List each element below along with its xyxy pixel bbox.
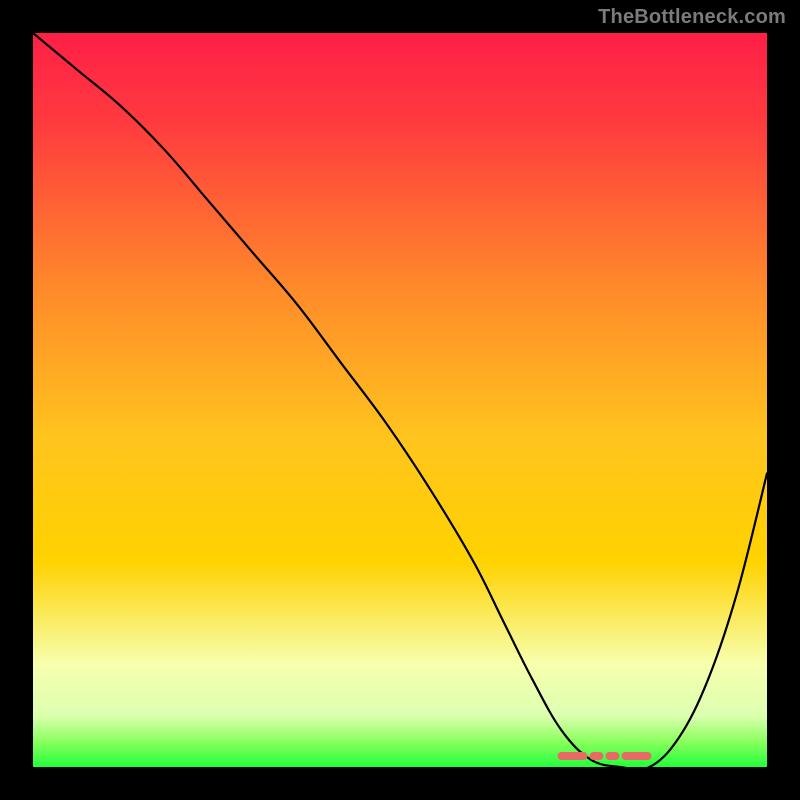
plot-area: [33, 33, 767, 767]
chart-container: TheBottleneck.com: [0, 0, 800, 800]
watermark-text: TheBottleneck.com: [598, 6, 786, 29]
bottleneck-chart: [0, 0, 800, 800]
